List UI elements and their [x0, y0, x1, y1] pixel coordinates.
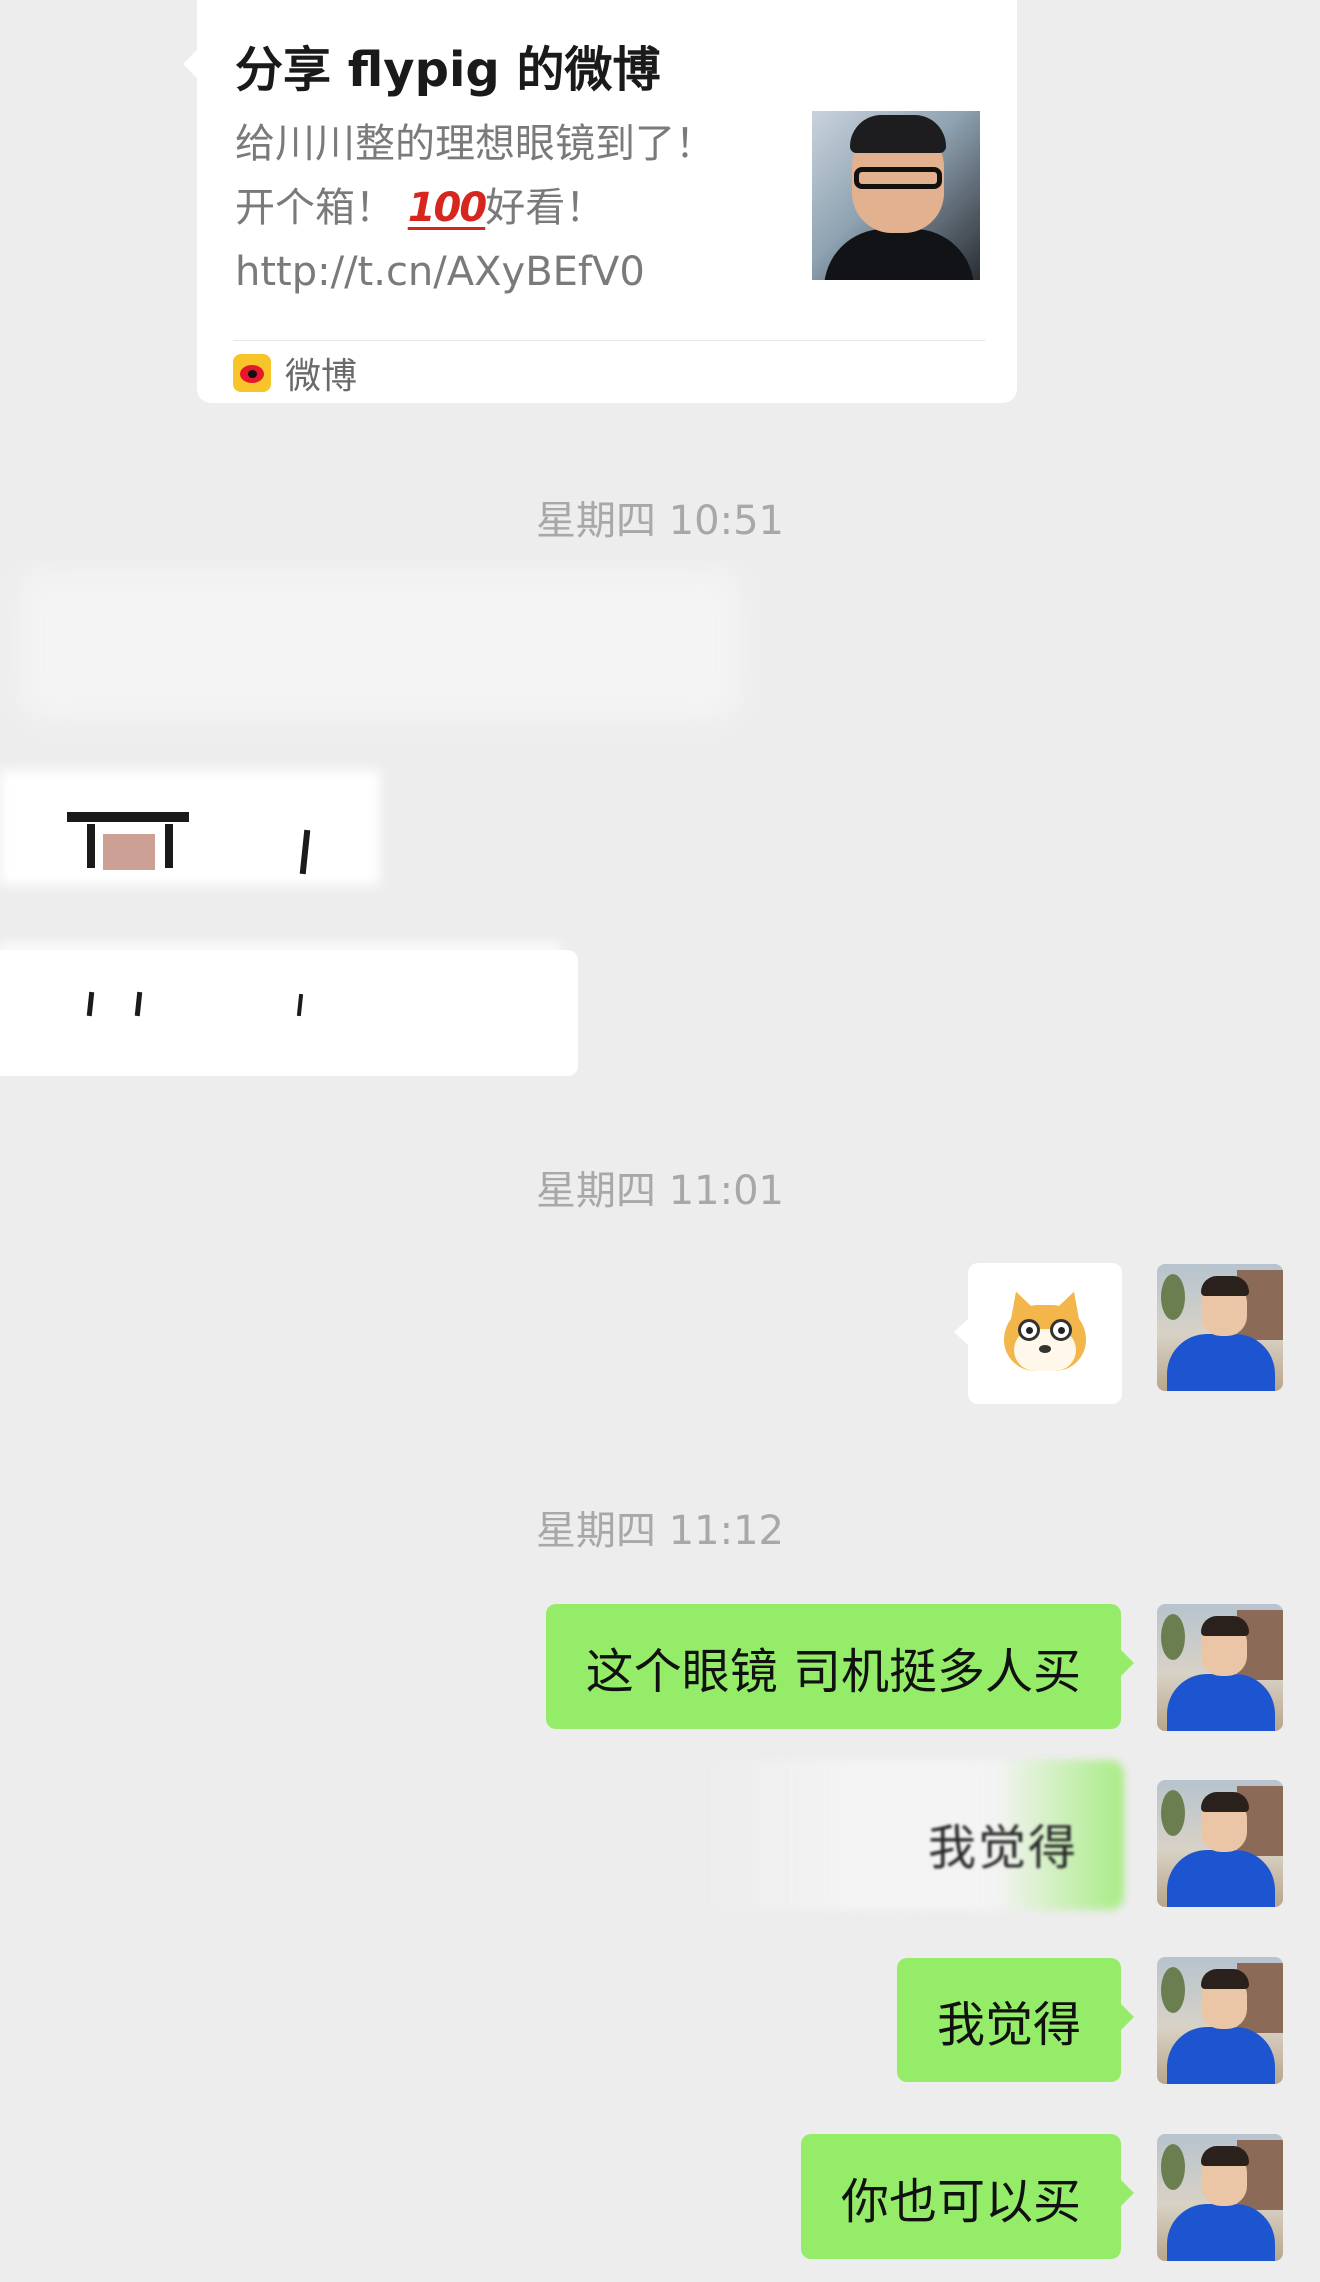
avatar[interactable] — [1157, 1604, 1283, 1731]
thumbnail-hair — [850, 115, 946, 153]
message-bubble[interactable]: 我觉得 — [896, 1958, 1135, 2082]
fragment-stroke — [103, 834, 155, 870]
avatar-body — [1167, 2027, 1275, 2084]
redacted-mark — [134, 991, 143, 1017]
avatar-bg — [1161, 2144, 1185, 2190]
shiba-dog-sticker-icon — [1000, 1287, 1090, 1371]
message-text: 你也可以买 — [840, 2173, 1081, 2230]
avatar[interactable] — [1157, 1780, 1283, 1907]
timestamp: 星期四 11:01 — [536, 1168, 784, 1214]
redacted-mark — [296, 993, 304, 1017]
redacted-incoming-messages — [0, 560, 760, 1080]
glasses-icon — [854, 167, 942, 189]
redacted-fragment — [67, 812, 189, 872]
avatar-body — [1167, 2204, 1275, 2261]
avatar[interactable] — [1157, 2134, 1283, 2261]
avatar-bg — [1161, 1274, 1185, 1320]
card-desc-line-2-start: 开个箱！ — [235, 185, 395, 231]
avatar-bg — [1161, 1614, 1185, 1660]
redacted-mark — [86, 991, 95, 1017]
sticker-bubble[interactable] — [954, 1263, 1122, 1404]
avatar-bg — [1161, 1967, 1185, 2013]
avatar[interactable] — [1157, 1264, 1283, 1391]
sticker-eye — [1018, 1319, 1040, 1341]
redacted-bubble — [0, 770, 380, 885]
avatar-hair — [1201, 1276, 1249, 1296]
avatar-hair — [1201, 2146, 1249, 2166]
message-bubble[interactable]: 这个眼镜 司机挺多人买 — [545, 1604, 1135, 1729]
card-title: 分享 flypig 的微博 — [235, 42, 661, 98]
avatar-hair — [1201, 1969, 1249, 1989]
avatar-body — [1167, 1334, 1275, 1391]
thumbnail-body — [824, 229, 974, 280]
timestamp: 星期四 10:51 — [536, 498, 784, 544]
shared-weibo-card[interactable]: 分享 flypig 的微博 给川川整的理想眼镜到了！ 开个箱！ 100好看！ h… — [183, 0, 1017, 403]
sticker-nose — [1039, 1345, 1051, 1353]
card-desc-link: http://t.cn/AXyBEfV0 — [235, 249, 645, 295]
fragment-stroke — [67, 812, 189, 822]
redacted-bubble — [20, 570, 740, 720]
avatar-bg — [1161, 1790, 1185, 1836]
card-divider — [233, 340, 985, 341]
avatar-body — [1167, 1850, 1275, 1907]
avatar-hair — [1201, 1792, 1249, 1812]
message-text: 这个眼镜 司机挺多人买 — [585, 1643, 1081, 1700]
fragment-stroke — [87, 824, 95, 868]
redacted-bubble — [0, 950, 578, 1076]
message-text: 我觉得 — [936, 1997, 1081, 2053]
message-bubble[interactable]: 你也可以买 — [800, 2134, 1135, 2259]
weibo-icon — [233, 354, 271, 392]
timestamp: 星期四 11:12 — [536, 1508, 784, 1554]
card-source: 微博 — [233, 348, 357, 398]
avatar-body — [1167, 1674, 1275, 1731]
avatar-hair — [1201, 1616, 1249, 1636]
card-description: 给川川整的理想眼镜到了！ 开个箱！ 100好看！ http://t.cn/AXy… — [235, 112, 775, 304]
card-desc-line-1: 给川川整的理想眼镜到了！ — [235, 121, 715, 167]
card-source-label: 微博 — [285, 356, 358, 397]
hundred-points-icon: 100 — [407, 185, 487, 231]
card-thumbnail — [812, 111, 980, 280]
card-desc-line-2-end: 好看！ — [485, 185, 606, 231]
fragment-stroke — [165, 824, 173, 868]
sticker-eye — [1050, 1319, 1072, 1341]
message-text-faded: 我觉得 — [928, 1820, 1079, 1876]
avatar[interactable] — [1157, 1957, 1283, 2084]
card-desc-line-2: 开个箱！ 100好看！ — [235, 176, 775, 240]
